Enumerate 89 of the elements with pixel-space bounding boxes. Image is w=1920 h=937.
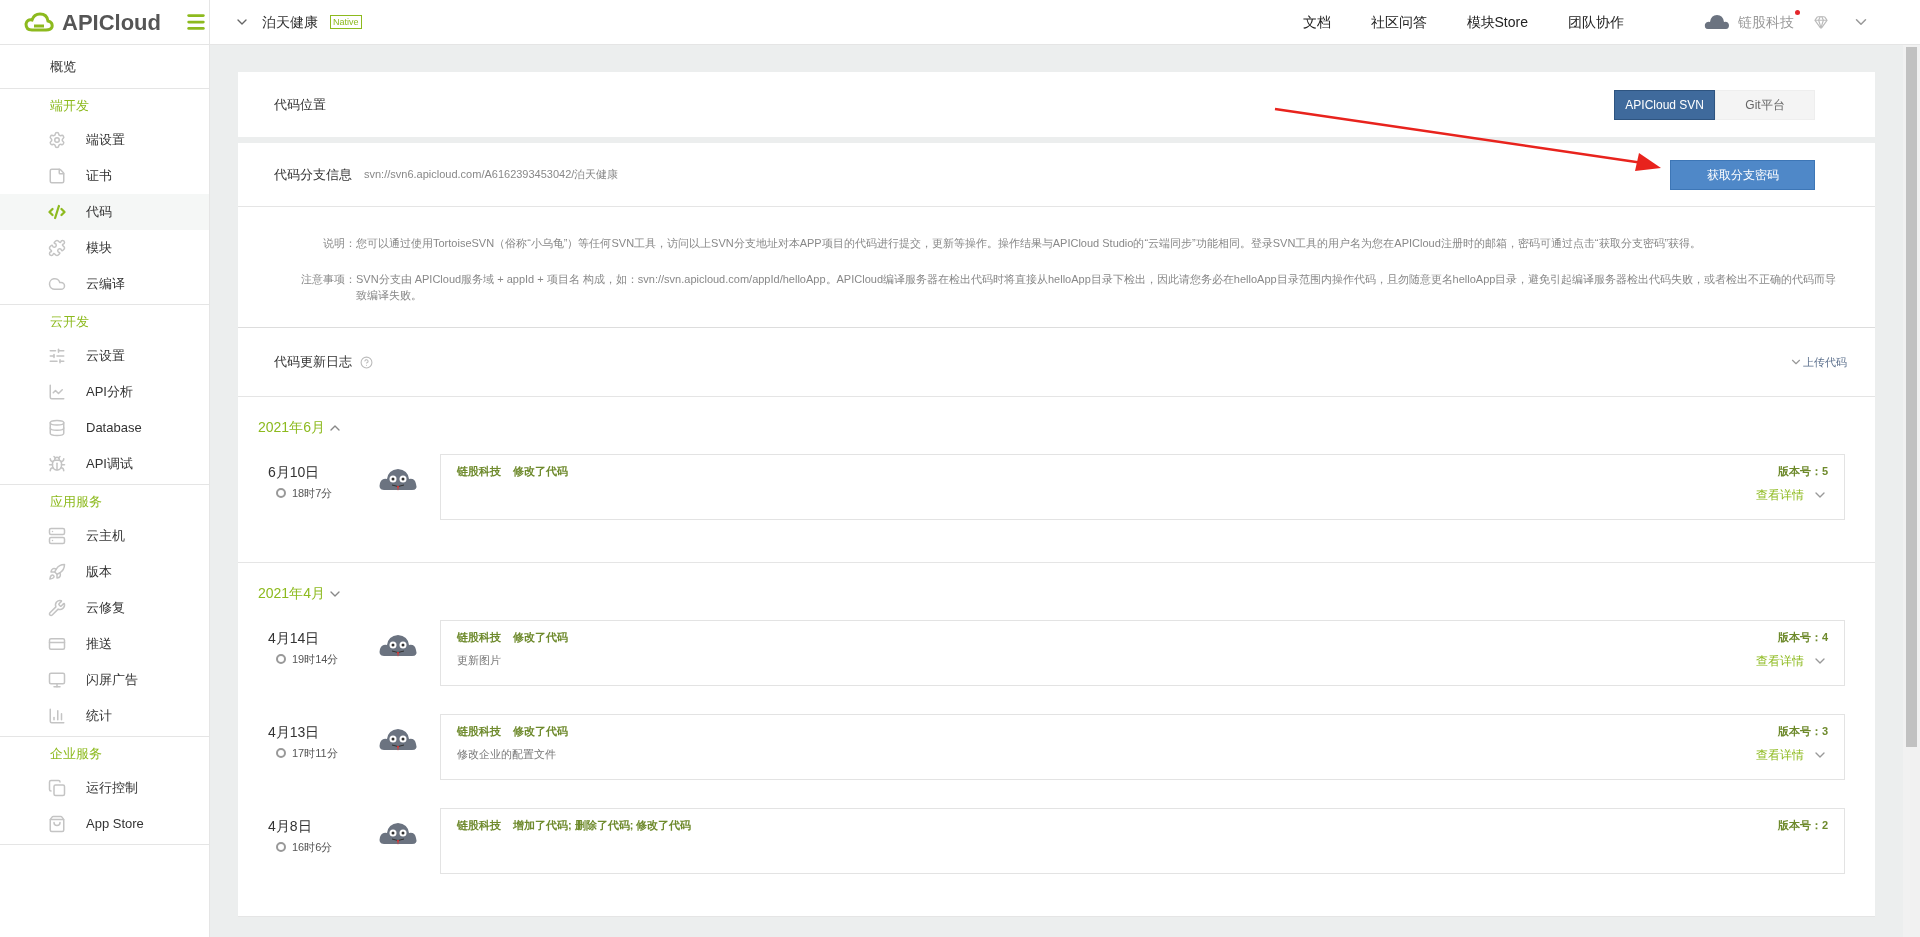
entry-time: 18时7分 (292, 486, 333, 501)
entry-date: 4月14日 (268, 629, 321, 648)
scrollbar[interactable] (1903, 45, 1920, 937)
section-title: 代码分支信息 (274, 165, 352, 184)
sidebar-item[interactable]: 端设置 (0, 122, 209, 158)
commit-author: 链股科技 (457, 818, 501, 833)
sidebar-icon (48, 779, 66, 797)
commit-author: 链股科技 (457, 630, 501, 645)
sidebar-item[interactable]: App Store (0, 806, 209, 842)
commit-action: 修改了代码 (513, 630, 568, 645)
note-label: 说明： (322, 236, 356, 251)
version-number: 4 (1821, 630, 1828, 645)
sidebar-icon (48, 239, 66, 257)
sidebar-icon (48, 383, 66, 401)
help-icon[interactable] (360, 355, 373, 369)
nav-link[interactable]: 团队协作 (1568, 11, 1624, 33)
nav-link[interactable]: 文档 (1302, 11, 1331, 33)
sidebar-icon (48, 275, 66, 293)
sidebar-item[interactable]: 闪屏广告 (0, 662, 209, 698)
entry-date: 4月8日 (268, 817, 313, 836)
commit-message: 修改企业的配置文件 (457, 746, 557, 762)
sidebar-icon (48, 635, 66, 653)
section-title: 代码更新日志 (274, 353, 352, 372)
entry-time: 16时6分 (292, 840, 333, 855)
svn-url: svn://svn6.apicloud.com/A6162393453042/泊天健康 (364, 167, 619, 183)
logo-icon (24, 12, 54, 32)
version-number: 2 (1821, 818, 1828, 833)
version-number: 3 (1821, 724, 1828, 739)
section-title: 代码位置 (274, 95, 326, 114)
sidebar-icon (48, 347, 66, 365)
sidebar-section-title: 端开发 (49, 96, 90, 115)
sidebar-item[interactable]: API调试 (0, 446, 209, 482)
sidebar-item[interactable]: 证书 (0, 158, 209, 194)
sidebar-icon (48, 707, 66, 725)
sidebar-icon (48, 671, 66, 689)
version-label: 版本号： (1777, 724, 1822, 739)
version-label: 版本号： (1777, 464, 1822, 479)
sidebar-icon (48, 131, 66, 149)
diamond-icon[interactable] (1814, 15, 1828, 29)
nav-link[interactable]: 模块Store (1466, 11, 1528, 33)
get-password-button[interactable]: 获取分支密码 (1670, 159, 1815, 190)
sidebar-item[interactable]: 运行控制 (0, 770, 209, 806)
sidebar-icon (48, 455, 66, 473)
sidebar-section-title: 云开发 (49, 312, 90, 331)
commit-message: 更新图片 (457, 652, 502, 668)
version-number: 5 (1821, 464, 1828, 479)
native-tag: Native (330, 15, 362, 29)
sidebar-section-title: 企业服务 (49, 744, 103, 763)
sidebar-item[interactable]: 模块 (0, 230, 209, 266)
sidebar-icon (48, 203, 66, 221)
sidebar-item[interactable]: 云设置 (0, 338, 209, 374)
sidebar-item[interactable]: 代码 (0, 194, 209, 230)
sidebar-icon (48, 167, 66, 185)
sidebar-item[interactable]: 统计 (0, 698, 209, 734)
commit-action: 修改了代码 (513, 724, 568, 739)
version-label: 版本号： (1777, 818, 1822, 833)
entry-time: 17时11分 (292, 746, 338, 761)
menu-icon[interactable] (185, 11, 207, 33)
source-tab[interactable]: APICloud SVN (1614, 89, 1715, 120)
sidebar-item[interactable]: 推送 (0, 626, 209, 662)
entry-time: 19时14分 (292, 652, 339, 667)
source-tab[interactable]: Git平台 (1715, 89, 1815, 120)
sidebar-item[interactable]: API分析 (0, 374, 209, 410)
note-label: 注意事项： (300, 272, 356, 287)
sidebar-icon (48, 563, 66, 581)
sidebar-icon (48, 599, 66, 617)
sidebar-item[interactable]: 云修复 (0, 590, 209, 626)
sidebar-icon (48, 419, 66, 437)
upload-code-link[interactable]: 上传代码 (1789, 353, 1847, 371)
sidebar-item[interactable]: Database (0, 410, 209, 446)
sidebar-item[interactable]: 云主机 (0, 518, 209, 554)
note-text: SVN分支由 APICloud服务域 + appId + 项目名 构成，如：svn://svn.apicloud.com/appId/helloApp。APICloud编译服务器在检出代码时将直接从helloApp目录下检出，因此请您务必在helloApp目录范围内操作代码，且勿随意更名helloApp目录，避免引起编译服务器检出代码失败，或者检出不正确的代码而导致编译失败。 (356, 272, 1838, 303)
project-name: 泊天健康 (262, 12, 318, 32)
version-label: 版本号： (1777, 630, 1822, 645)
logo-text: APICloud (62, 8, 161, 37)
avatar-icon (1704, 13, 1730, 31)
sidebar-section-title: 应用服务 (49, 492, 103, 511)
commit-action: 修改了代码 (513, 464, 568, 479)
sidebar-icon (48, 527, 66, 545)
commit-author: 链股科技 (457, 724, 501, 739)
commit-author: 链股科技 (457, 464, 501, 479)
commit-action: 增加了代码; 删除了代码; 修改了代码 (513, 818, 692, 833)
entry-date: 6月10日 (268, 463, 321, 482)
sidebar-item[interactable]: 云编译 (0, 266, 209, 302)
sidebar-item[interactable]: 版本 (0, 554, 209, 590)
note-text: 您可以通过使用TortoiseSVN（俗称“小乌龟”）等任何SVN工具，访问以上SVN分支地址对本APP项目的代码进行提交，更新等操作。操作结果与APICloud Studio的“云端同步”功能相同。登录SVN工具的用户名为您在APICloud注册时的邮箱，密码可通过点击“获取分支密码”获得。 (356, 236, 1703, 251)
entry-date: 4月13日 (268, 723, 321, 742)
sidebar-icon (48, 815, 66, 833)
nav-link[interactable]: 社区问答 (1370, 11, 1427, 33)
